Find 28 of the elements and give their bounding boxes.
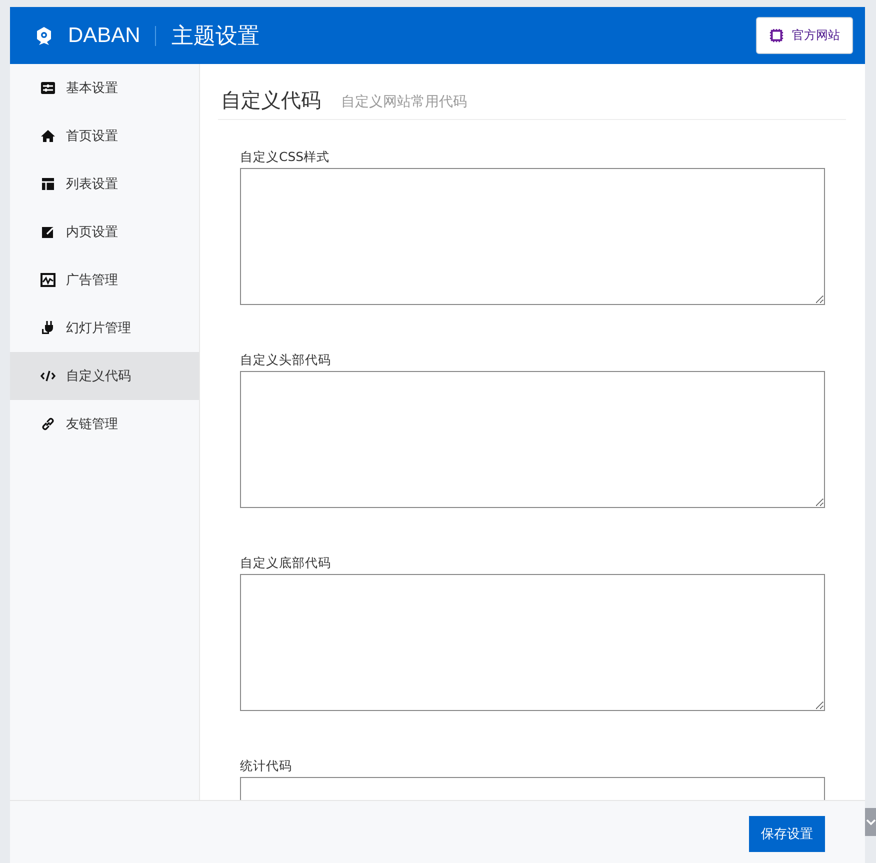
sidebar-item[interactable]: 首页设置: [10, 112, 199, 160]
page-title: 主题设置: [171, 22, 260, 50]
sidebar-item[interactable]: 自定义代码: [10, 352, 199, 400]
plug-icon: [40, 320, 56, 336]
sidebar-item[interactable]: 幻灯片管理: [10, 304, 199, 352]
official-site-button[interactable]: 官方网站: [756, 17, 853, 54]
sliders-icon: [40, 80, 56, 96]
sidebar-item[interactable]: 内页设置: [10, 208, 199, 256]
logo-text: DABAN: [68, 24, 140, 48]
scroll-down-icon[interactable]: [866, 818, 876, 826]
layout-icon: [40, 176, 56, 192]
sidebar-item[interactable]: 基本设置: [10, 64, 199, 112]
home-icon: [40, 128, 56, 144]
field-label: 自定义底部代码: [240, 556, 332, 570]
field-label: 自定义CSS样式: [240, 150, 331, 164]
code-icon: [40, 368, 56, 384]
chip-icon: [769, 28, 784, 43]
section-subtitle: 自定义网站常用代码: [341, 93, 467, 112]
logo-icon: [34, 26, 54, 46]
sidebar-item[interactable]: 列表设置: [10, 160, 199, 208]
save-button[interactable]: 保存设置: [749, 816, 825, 852]
sidebar-item[interactable]: 广告管理: [10, 256, 199, 304]
field-label: 自定义头部代码: [240, 353, 332, 367]
sidebar-item[interactable]: 友链管理: [10, 400, 199, 448]
field-label: 统计代码: [240, 759, 293, 773]
chart-icon: [40, 272, 56, 288]
link-icon: [40, 416, 56, 432]
section-title: 自定义代码: [221, 87, 321, 114]
